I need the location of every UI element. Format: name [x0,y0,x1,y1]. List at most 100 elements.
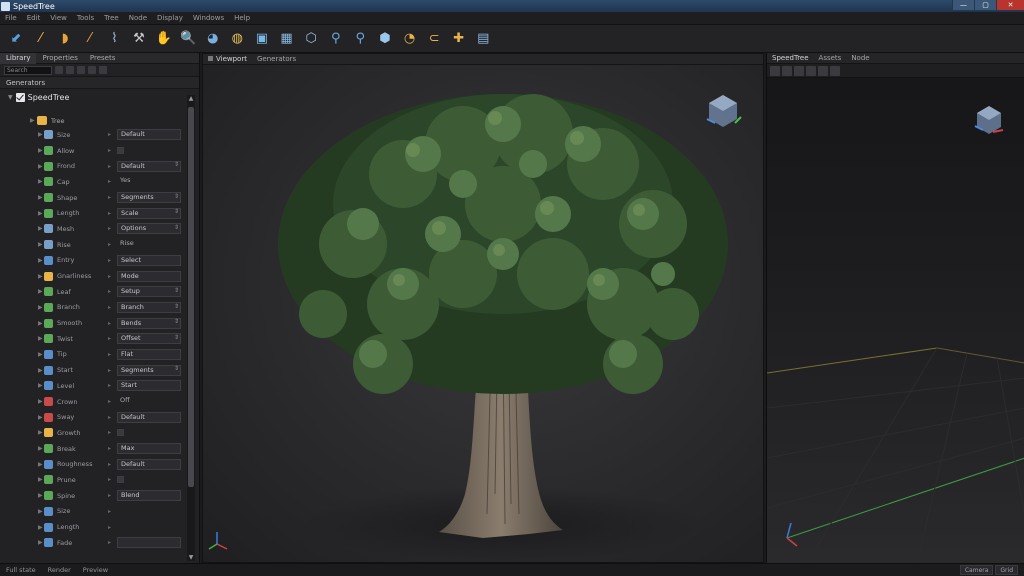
camera-status[interactable]: Camera [959,565,994,575]
expand-icon[interactable] [77,66,85,74]
tab-node[interactable]: Node [846,54,874,62]
property-expander-icon[interactable]: ▸ [108,273,114,280]
property-row[interactable]: ▶ Size ▸ Default [0,127,186,143]
property-expander-icon[interactable]: ▸ [108,476,114,483]
grid-status[interactable]: Grid [995,565,1018,575]
expand-arrow-icon[interactable]: ▶ [38,414,43,421]
property-row[interactable]: ▶ Frond ▸ Default ⇕ [0,158,186,174]
main-viewport[interactable]: Viewport Generators [202,53,764,563]
property-row[interactable]: ▶ Size ▸ [0,504,186,520]
property-row[interactable]: ▶ Growth ▸ [0,425,186,441]
property-row[interactable]: ▶ Prune ▸ [0,472,186,488]
property-expander-icon[interactable]: ▸ [108,367,114,374]
expand-arrow-icon[interactable]: ▶ [38,225,43,232]
generator-icon[interactable]: ◗ [55,29,75,49]
bend-icon[interactable]: ⊂ [424,29,444,49]
expand-arrow-icon[interactable]: ▶ [38,304,43,311]
close-button[interactable]: ✕ [996,0,1024,10]
property-expander-icon[interactable]: ▸ [108,225,114,232]
zoom-out-icon[interactable]: ◕ [203,29,223,49]
tab-speedtree[interactable]: SpeedTree [767,54,814,62]
property-expander-icon[interactable]: ▸ [108,131,114,138]
spinner-icon[interactable]: ⇕ [174,208,179,215]
grid-icon[interactable] [806,65,816,76]
property-expander-icon[interactable]: ▸ [108,414,114,421]
property-expander-icon[interactable]: ▸ [108,351,114,358]
expand-arrow-icon[interactable]: ▼ [8,94,13,101]
status-item[interactable]: Preview [77,566,114,574]
property-value-field[interactable]: Bends [117,317,181,329]
expand-arrow-icon[interactable]: ▶ [38,351,43,358]
property-value-field[interactable]: Start [117,380,181,392]
property-value-field[interactable]: Offset [117,333,181,345]
collapse-icon[interactable] [88,66,96,74]
expand-arrow-icon[interactable]: ▶ [38,288,43,295]
zoom-icon[interactable]: 🔍 [178,29,198,49]
property-expander-icon[interactable]: ▸ [108,320,114,327]
property-value-field[interactable]: Mode [117,270,181,282]
save-icon[interactable]: ▤ [473,29,493,49]
property-row[interactable]: ▶ Mesh ▸ Options ⇕ [0,221,186,237]
camera-icon[interactable] [770,65,780,76]
property-row[interactable]: ▶ Fade ▸ [0,535,186,551]
expand-arrow-icon[interactable]: ▶ [38,476,43,483]
node-tool-icon[interactable]: ⬋ [6,29,26,49]
property-expander-icon[interactable]: ▸ [108,445,114,452]
property-checkbox[interactable] [117,476,124,484]
lod-icon[interactable]: ◔ [400,29,420,49]
expand-arrow-icon[interactable]: ▶ [38,147,43,154]
maximize-button[interactable]: ▢ [974,0,996,10]
expand-arrow-icon[interactable]: ▶ [38,241,43,248]
property-row[interactable]: ▶ Branch ▸ Branch ⇕ [0,300,186,316]
side-viewport[interactable]: SpeedTree Assets Node [766,53,1024,563]
property-row[interactable]: ▶ Sway ▸ Default [0,409,186,425]
property-expander-icon[interactable]: ▸ [108,257,114,264]
property-row[interactable]: ▶ Smooth ▸ Bends ⇕ [0,315,186,331]
property-value-field[interactable]: Default [117,458,181,470]
mesh-icon[interactable]: ▦ [277,29,297,49]
tab-properties[interactable]: Properties [36,54,83,62]
property-row[interactable]: ▶ Level ▸ Start [0,378,186,394]
panel-scrollbar[interactable]: ▲ ▼ [187,95,195,561]
property-row[interactable]: ▶ Allow ▸ [0,143,186,159]
menu-item[interactable]: Tree [99,14,124,22]
property-value-field[interactable] [117,522,181,533]
property-expander-icon[interactable]: ▸ [108,429,114,436]
spinner-icon[interactable]: ⇕ [174,161,179,168]
property-row[interactable]: ▶ Length ▸ Scale ⇕ [0,205,186,221]
check-icon[interactable] [15,92,25,102]
property-expander-icon[interactable]: ▸ [108,335,114,342]
expand-arrow-icon[interactable]: ▶ [38,131,43,138]
expand-arrow-icon[interactable]: ▶ [38,257,43,264]
expand-arrow-icon[interactable]: ▶ [38,398,43,405]
property-expander-icon[interactable]: ▸ [108,178,114,185]
light-icon[interactable] [782,65,792,76]
expand-arrow-icon[interactable]: ▶ [38,335,43,342]
menu-item[interactable]: File [0,14,22,22]
property-value-field[interactable]: Off [117,396,181,407]
status-item[interactable]: Render [42,566,77,574]
expand-arrow-icon[interactable]: ▶ [38,492,43,499]
menu-item[interactable]: Display [152,14,188,22]
expand-arrow-icon[interactable]: ▶ [38,508,43,515]
puzzle-icon[interactable]: ✚ [449,29,469,49]
sort-icon[interactable] [66,66,74,74]
property-value-field[interactable]: Default [117,160,181,172]
menu-item[interactable]: View [45,14,72,22]
material-icon[interactable]: ◍ [227,29,247,49]
status-item[interactable]: Full state [0,566,42,574]
property-row[interactable]: ▶ Spine ▸ Blend [0,488,186,504]
wind-icon[interactable]: ⚲ [326,29,346,49]
property-expander-icon[interactable]: ▸ [108,524,114,531]
property-row[interactable]: ▶ Gnarliness ▸ Mode [0,268,186,284]
property-value-field[interactable]: Select [117,254,181,266]
property-value-field[interactable]: Scale [117,207,181,219]
texture-icon[interactable]: ▣ [252,29,272,49]
search-input[interactable]: Search [4,65,52,75]
property-row[interactable]: ▶ Entry ▸ Select [0,253,186,269]
property-row[interactable]: ▶ Cap ▸ Yes [0,174,186,190]
property-value-field[interactable]: Options [117,223,181,235]
filter-icon[interactable] [55,66,63,74]
property-expander-icon[interactable]: ▸ [108,539,114,546]
property-expander-icon[interactable]: ▸ [108,241,114,248]
